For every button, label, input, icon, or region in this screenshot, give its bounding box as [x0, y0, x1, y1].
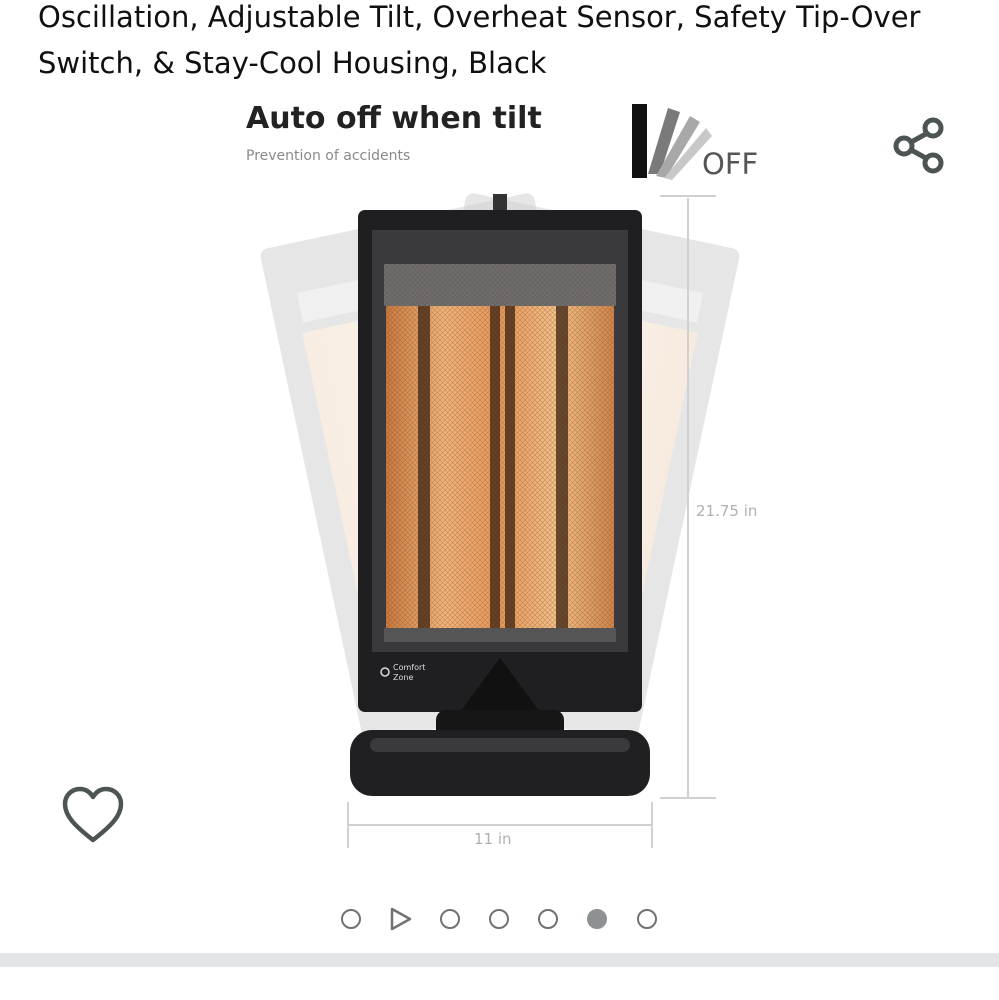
heart-outline-icon — [62, 786, 124, 843]
height-label: 21.75 in — [696, 502, 757, 520]
brand-label-line2: Zone — [393, 673, 413, 682]
product-title: Oscillation, Adjustable Tilt, Overheat S… — [38, 0, 921, 80]
brand-label-line1: Comfort — [393, 663, 425, 672]
carousel-dot-6-active[interactable] — [587, 909, 607, 929]
image-heading: Auto off when tilt — [246, 101, 542, 136]
play-icon — [390, 907, 412, 931]
carousel-video-button[interactable] — [387, 906, 413, 932]
off-label: OFF — [702, 147, 758, 181]
image-subheading: Prevention of accidents — [246, 148, 410, 164]
width-dimension: 11 in — [347, 802, 653, 848]
tilt-off-graphic: OFF — [632, 104, 758, 181]
carousel-dot-3[interactable] — [440, 909, 460, 929]
carousel-dot-4[interactable] — [489, 909, 509, 929]
heater-main: Comfort Zone — [350, 194, 650, 796]
carousel-dot-5[interactable] — [538, 909, 558, 929]
share-icon — [893, 117, 944, 174]
carousel-indicators — [0, 902, 999, 938]
section-divider — [0, 953, 999, 967]
carousel-dot-7[interactable] — [637, 909, 657, 929]
carousel-dot-1[interactable] — [341, 909, 361, 929]
product-image[interactable]: Auto off when tilt Prevention of acciden… — [0, 90, 999, 860]
product-image-gallery[interactable]: Auto off when tilt Prevention of acciden… — [0, 90, 999, 950]
share-button[interactable] — [884, 110, 954, 180]
wishlist-button[interactable] — [57, 782, 129, 848]
width-label: 11 in — [474, 830, 512, 848]
